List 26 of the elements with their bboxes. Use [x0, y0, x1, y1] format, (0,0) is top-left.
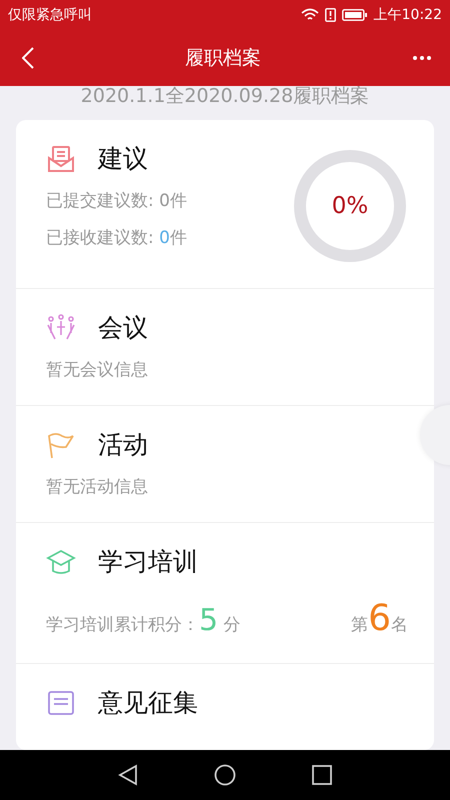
more-icon — [412, 55, 432, 61]
period-text: 2020.1.1全2020.09.28履职档案 — [80, 86, 370, 108]
empty-message: 暂无活动信息 — [46, 476, 149, 498]
section-title[interactable]: 建议 — [98, 142, 148, 175]
empty-message: 暂无会议信息 — [46, 359, 149, 381]
rank-text: 第6名 — [351, 598, 408, 639]
square-icon — [312, 765, 332, 785]
time-text: 上午10:22 — [374, 6, 442, 24]
stat-text: 已接收建议数: 0件 — [46, 227, 188, 249]
percentage-text: 0% — [332, 193, 368, 219]
circle-icon — [214, 764, 236, 786]
inbox-icon — [46, 144, 76, 174]
sim-alert-icon — [324, 8, 336, 22]
people-icon — [46, 312, 76, 342]
stat-text: 已提交建议数: 0件 — [46, 190, 188, 212]
battery-icon — [342, 9, 368, 21]
section-title[interactable]: 活动 — [98, 428, 148, 461]
section-title[interactable]: 学习培训 — [98, 545, 198, 578]
page-title: 履职档案 — [185, 46, 261, 71]
triangle-icon — [118, 764, 138, 786]
score-text: 学习培训累计积分：5 分 — [46, 603, 240, 638]
section-title[interactable]: 会议 — [98, 311, 148, 344]
back-icon — [22, 47, 34, 69]
carrier-text: 仅限紧急呼叫 — [8, 6, 92, 24]
wifi-icon — [300, 8, 319, 22]
section-title[interactable]: 意见征集 — [98, 686, 198, 719]
